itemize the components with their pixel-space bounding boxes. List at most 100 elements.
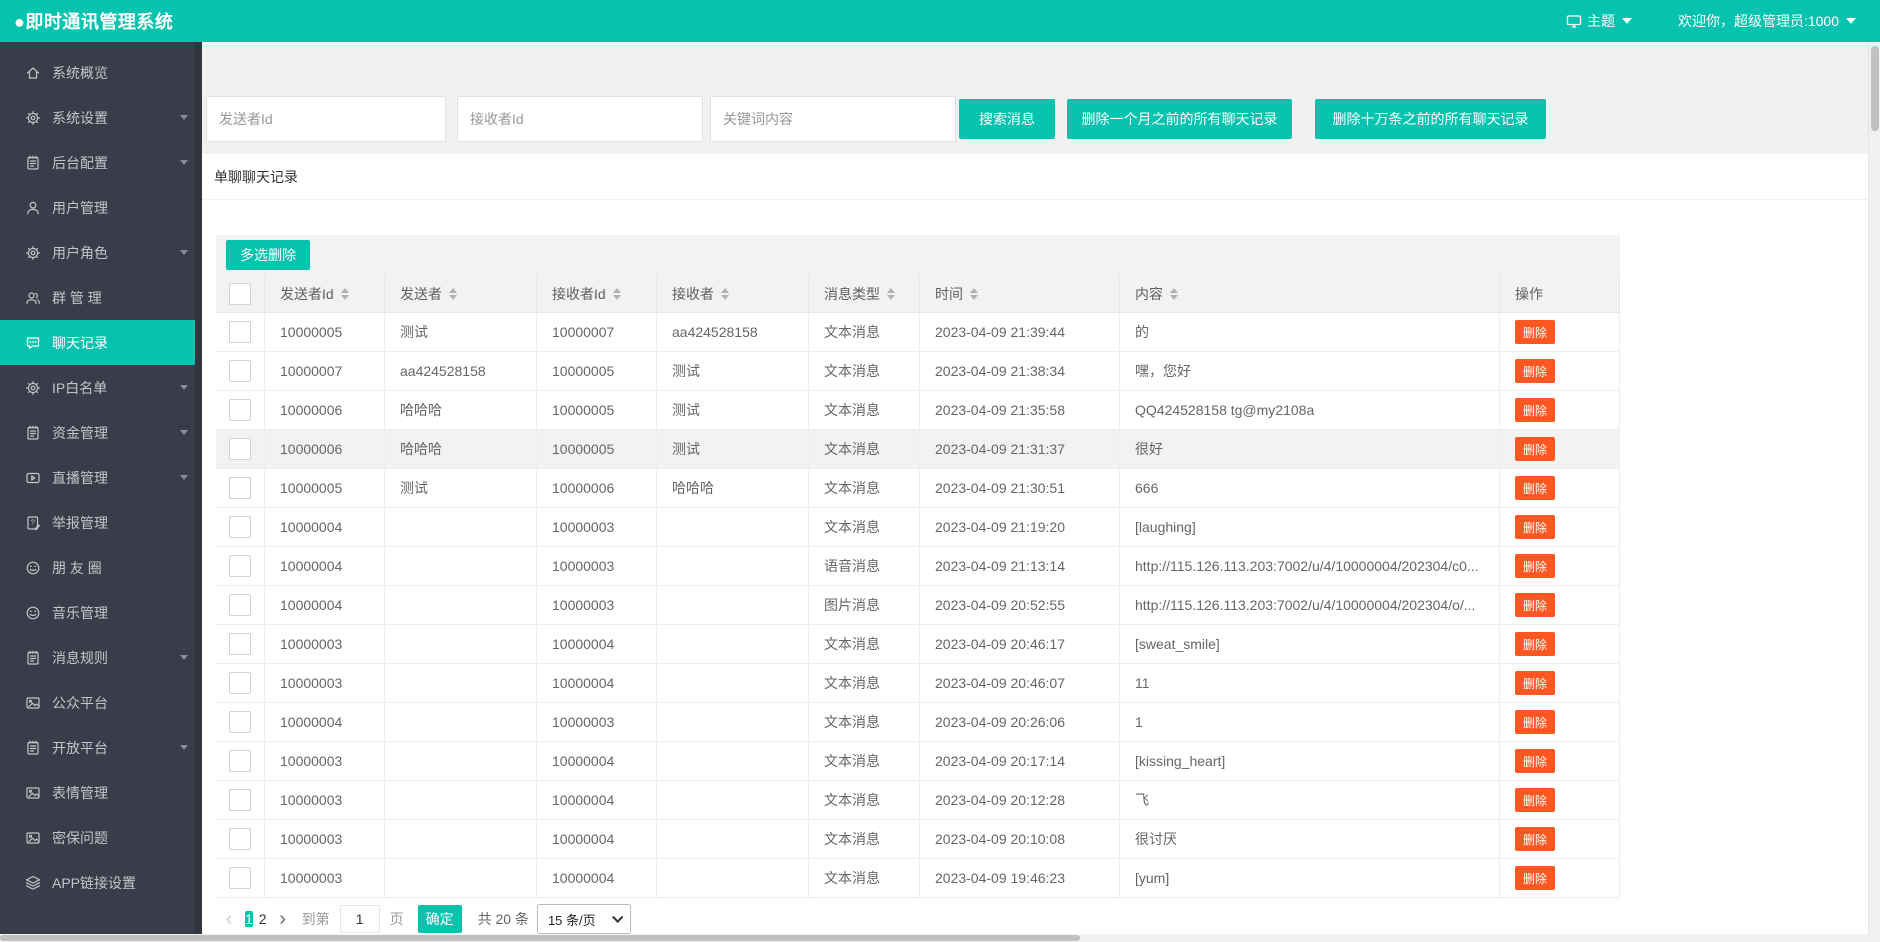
cell-message-type: 文本消息 (809, 703, 920, 741)
row-checkbox[interactable] (229, 789, 251, 811)
sidebar-item-6[interactable]: 聊天记录 (0, 320, 202, 365)
sidebar-item-12[interactable]: 音乐管理 (0, 590, 202, 635)
sidebar-item-13[interactable]: 消息规则 (0, 635, 202, 680)
column-header-0[interactable]: 发送者Id (265, 275, 385, 312)
horizontal-scrollbar-thumb[interactable] (0, 935, 1080, 941)
horizontal-scrollbar[interactable] (0, 934, 1868, 942)
delete-row-button[interactable]: 删除 (1515, 749, 1555, 773)
cell-sender (385, 859, 537, 897)
cell-receiver (657, 547, 809, 585)
delete-row-button[interactable]: 删除 (1515, 593, 1555, 617)
row-checkbox[interactable] (229, 438, 251, 460)
cell-sender (385, 781, 537, 819)
sender-id-input[interactable] (206, 96, 446, 142)
vertical-scrollbar-thumb[interactable] (1871, 46, 1879, 131)
row-select-cell (216, 625, 265, 663)
sidebar-item-17[interactable]: 密保问题 (0, 815, 202, 860)
column-header-6[interactable]: 内容 (1120, 275, 1500, 312)
search-messages-button[interactable]: 搜索消息 (959, 99, 1055, 139)
row-checkbox[interactable] (229, 711, 251, 733)
delete-row-button[interactable]: 删除 (1515, 320, 1555, 344)
delete-row-button[interactable]: 删除 (1515, 632, 1555, 656)
sidebar-item-0[interactable]: 系统概览 (0, 50, 202, 95)
cell-sender-id: 10000003 (265, 625, 385, 663)
delete-row-button[interactable]: 删除 (1515, 710, 1555, 734)
welcome-text: 欢迎你，超级管理员:1000 (1678, 11, 1839, 31)
sidebar-item-16[interactable]: 表情管理 (0, 770, 202, 815)
next-page-icon[interactable]: › (270, 905, 296, 933)
page-size-select[interactable]: 15 条/页 (537, 904, 631, 934)
sidebar-item-label: 音乐管理 (52, 603, 108, 623)
delete-row-button[interactable]: 删除 (1515, 671, 1555, 695)
sidebar-item-7[interactable]: IP白名单 (0, 365, 202, 410)
sidebar-item-1[interactable]: 系统设置 (0, 95, 202, 140)
row-checkbox[interactable] (229, 867, 251, 889)
row-checkbox[interactable] (229, 360, 251, 382)
column-header-2[interactable]: 接收者Id (537, 275, 657, 312)
sidebar-item-4[interactable]: 用户角色 (0, 230, 202, 275)
delete-row-button[interactable]: 删除 (1515, 788, 1555, 812)
sidebar-item-3[interactable]: 用户管理 (0, 185, 202, 230)
theme-dropdown[interactable]: 主题 (1566, 0, 1632, 42)
sidebar-scrollbar[interactable] (195, 42, 202, 934)
delete-row-button[interactable]: 删除 (1515, 359, 1555, 383)
sidebar-item-10[interactable]: ?举报管理 (0, 500, 202, 545)
user-dropdown[interactable]: 欢迎你，超级管理员:1000 (1678, 0, 1856, 42)
vertical-scrollbar[interactable] (1868, 42, 1880, 934)
delete-row-button[interactable]: 删除 (1515, 437, 1555, 461)
cell-time: 2023-04-09 20:12:28 (920, 781, 1120, 819)
video-icon (24, 469, 42, 487)
cell-sender-id: 10000003 (265, 820, 385, 858)
sidebar-item-8[interactable]: 资金管理 (0, 410, 202, 455)
delete-month-old-button[interactable]: 删除一个月之前的所有聊天记录 (1067, 99, 1292, 139)
row-checkbox[interactable] (229, 594, 251, 616)
sidebar-item-2[interactable]: 后台配置 (0, 140, 202, 185)
delete-100k-old-button[interactable]: 删除十万条之前的所有聊天记录 (1315, 99, 1546, 139)
delete-row-button[interactable]: 删除 (1515, 554, 1555, 578)
cell-receiver-id: 10000006 (537, 469, 657, 507)
sidebar-item-14[interactable]: 公众平台 (0, 680, 202, 725)
row-checkbox[interactable] (229, 399, 251, 421)
delete-row-button[interactable]: 删除 (1515, 398, 1555, 422)
prev-page-icon[interactable]: ‹ (216, 905, 242, 933)
sidebar-item-label: 用户管理 (52, 198, 108, 218)
cell-message-type: 文本消息 (809, 508, 920, 546)
goto-page-input[interactable] (340, 905, 380, 933)
row-checkbox[interactable] (229, 633, 251, 655)
sidebar-item-9[interactable]: 直播管理 (0, 455, 202, 500)
delete-row-button[interactable]: 删除 (1515, 866, 1555, 890)
row-checkbox[interactable] (229, 555, 251, 577)
row-checkbox[interactable] (229, 321, 251, 343)
goto-confirm-button[interactable]: 确定 (418, 905, 462, 933)
goto-label: 到第 (302, 909, 330, 929)
row-checkbox[interactable] (229, 516, 251, 538)
column-header-5[interactable]: 时间 (920, 275, 1120, 312)
cell-time: 2023-04-09 20:46:17 (920, 625, 1120, 663)
receiver-id-input[interactable] (457, 96, 703, 142)
page-number-2[interactable]: 2 (259, 911, 267, 927)
page-number-1[interactable]: 1 (245, 911, 253, 927)
cell-content: http://115.126.113.203:7002/u/4/10000004… (1120, 586, 1500, 624)
sidebar-item-5[interactable]: 群 管 理 (0, 275, 202, 320)
row-checkbox[interactable] (229, 828, 251, 850)
sidebar-item-11[interactable]: 朋 友 圈 (0, 545, 202, 590)
column-header-3[interactable]: 接收者 (657, 275, 809, 312)
cell-receiver (657, 859, 809, 897)
row-checkbox[interactable] (229, 750, 251, 772)
row-checkbox[interactable] (229, 672, 251, 694)
column-header-1[interactable]: 发送者 (385, 275, 537, 312)
multi-delete-button[interactable]: 多选删除 (226, 240, 310, 270)
row-checkbox[interactable] (229, 477, 251, 499)
delete-row-button[interactable]: 删除 (1515, 515, 1555, 539)
cell-sender-id: 10000005 (265, 469, 385, 507)
delete-row-button[interactable]: 删除 (1515, 476, 1555, 500)
cell-sender-id: 10000004 (265, 547, 385, 585)
select-all-cell (216, 275, 265, 312)
select-all-checkbox[interactable] (229, 283, 251, 305)
keyword-input[interactable] (710, 96, 956, 142)
delete-row-button[interactable]: 删除 (1515, 827, 1555, 851)
sidebar-item-15[interactable]: 开放平台 (0, 725, 202, 770)
sidebar-item-18[interactable]: APP链接设置 (0, 860, 202, 905)
column-header-4[interactable]: 消息类型 (809, 275, 920, 312)
chevron-down-icon (180, 385, 188, 390)
